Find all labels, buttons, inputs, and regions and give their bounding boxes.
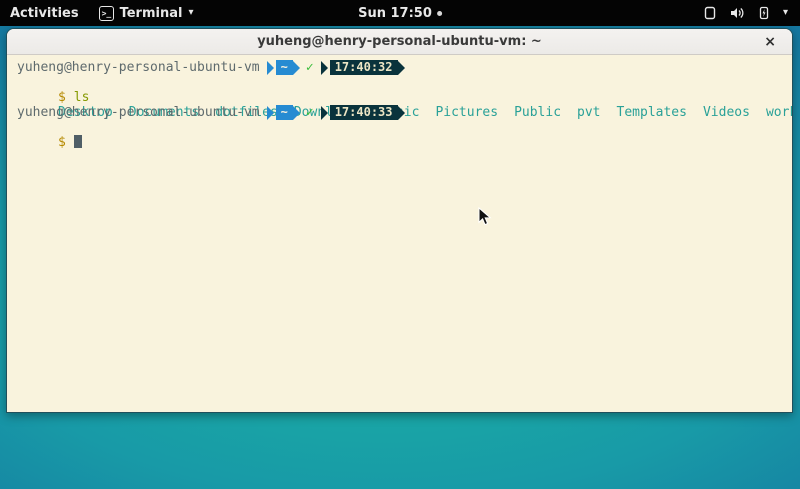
system-menu[interactable]: ▾: [702, 5, 800, 21]
ls-output-line: DesktopDocumentsdotfilesDownloadsMusicPi…: [9, 90, 790, 105]
terminal-content[interactable]: yuheng@henry-personal-ubuntu-vm ~ ✓ 17:4…: [7, 56, 792, 412]
dir-entry: workspace: [766, 105, 793, 120]
terminal-cursor: [74, 135, 82, 148]
app-menu-terminal[interactable]: >_ Terminal ▾: [99, 6, 194, 21]
activities-button[interactable]: Activities: [10, 6, 79, 21]
close-button[interactable]: ×: [764, 35, 776, 49]
prompt-line: yuheng@henry-personal-ubuntu-vm ~ ✓ 17:4…: [9, 60, 790, 75]
powerline-cwd-segment: ~: [267, 60, 300, 75]
powerline-time-segment: 17:40:33: [321, 105, 405, 120]
dir-entry: Videos: [703, 105, 750, 120]
prompt-symbol: $: [58, 90, 66, 105]
dir-entry: Templates: [617, 105, 687, 120]
dir-entry: pvt: [577, 105, 600, 120]
command-line: $ls: [9, 75, 790, 90]
window-title: yuheng@henry-personal-ubuntu-vm: ~: [257, 34, 542, 49]
chevron-down-icon: ▾: [783, 8, 788, 18]
status-check-icon: ✓: [306, 60, 314, 75]
clock-button[interactable]: Sun 17:50: [358, 6, 442, 21]
chevron-down-icon: ▾: [188, 8, 193, 18]
volume-icon: [729, 5, 745, 21]
prompt-symbol: $: [58, 135, 66, 150]
battery-charging-icon: [756, 5, 772, 21]
time-label: 17:40:33: [330, 105, 398, 120]
input-line[interactable]: $: [9, 120, 790, 135]
prompt-user-host: yuheng@henry-personal-ubuntu-vm: [17, 105, 260, 120]
top-bar: Activities >_ Terminal ▾ Sun 17:50 ▾: [0, 0, 800, 26]
dir-entry: Public: [514, 105, 561, 120]
time-label: 17:40:32: [330, 60, 398, 75]
status-check-icon: ✓: [306, 105, 314, 120]
app-menu-label: Terminal: [120, 6, 183, 21]
cwd-label: ~: [276, 60, 293, 75]
dir-entry: Pictures: [435, 105, 498, 120]
prompt-user-host: yuheng@henry-personal-ubuntu-vm: [17, 60, 260, 75]
notification-dot: [437, 11, 442, 16]
powerline-time-segment: 17:40:32: [321, 60, 405, 75]
titlebar[interactable]: yuheng@henry-personal-ubuntu-vm: ~ ×: [7, 29, 792, 55]
clock-label: Sun 17:50: [358, 6, 432, 21]
command-text: ls: [74, 90, 90, 105]
terminal-window: yuheng@henry-personal-ubuntu-vm: ~ × yuh…: [6, 28, 793, 413]
cwd-label: ~: [276, 105, 293, 120]
screen-icon: [702, 5, 718, 21]
powerline-cwd-segment: ~: [267, 105, 300, 120]
terminal-icon: >_: [99, 6, 114, 21]
mouse-pointer-icon: [478, 207, 492, 231]
